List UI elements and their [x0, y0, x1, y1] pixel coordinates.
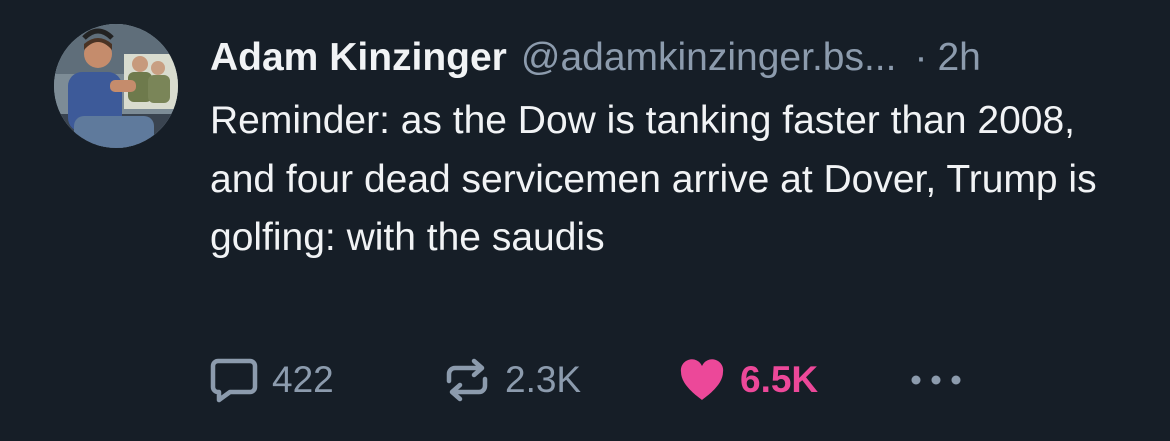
- post-header: Adam Kinzinger @adamkinzinger.bs... · 2h: [210, 30, 981, 86]
- author-handle[interactable]: @adamkinzinger.bs...: [521, 30, 897, 86]
- avatar-photo: [54, 24, 178, 148]
- more-options-button[interactable]: [910, 352, 962, 408]
- like-button[interactable]: 6.5K: [678, 352, 818, 408]
- post-card[interactable]: Adam Kinzinger @adamkinzinger.bs... · 2h…: [0, 0, 1170, 441]
- avatar[interactable]: [54, 24, 178, 148]
- like-count: 6.5K: [740, 359, 819, 400]
- author-name[interactable]: Adam Kinzinger: [210, 30, 507, 86]
- speech-bubble-icon: [210, 357, 258, 403]
- post-actions: 422 2.3K 6.5K: [210, 352, 1110, 408]
- repost-arrows-icon: [443, 357, 491, 403]
- post-timestamp[interactable]: 2h: [937, 30, 980, 86]
- header-separator: ·: [914, 36, 928, 79]
- ellipsis-icon: [910, 372, 962, 388]
- repost-count: 2.3K: [505, 359, 582, 400]
- reply-button[interactable]: 422: [210, 352, 334, 408]
- repost-button[interactable]: 2.3K: [443, 352, 581, 408]
- heart-icon: [678, 358, 726, 402]
- post-text: Reminder: as the Dow is tanking faster t…: [210, 99, 1097, 259]
- reply-count: 422: [272, 359, 334, 400]
